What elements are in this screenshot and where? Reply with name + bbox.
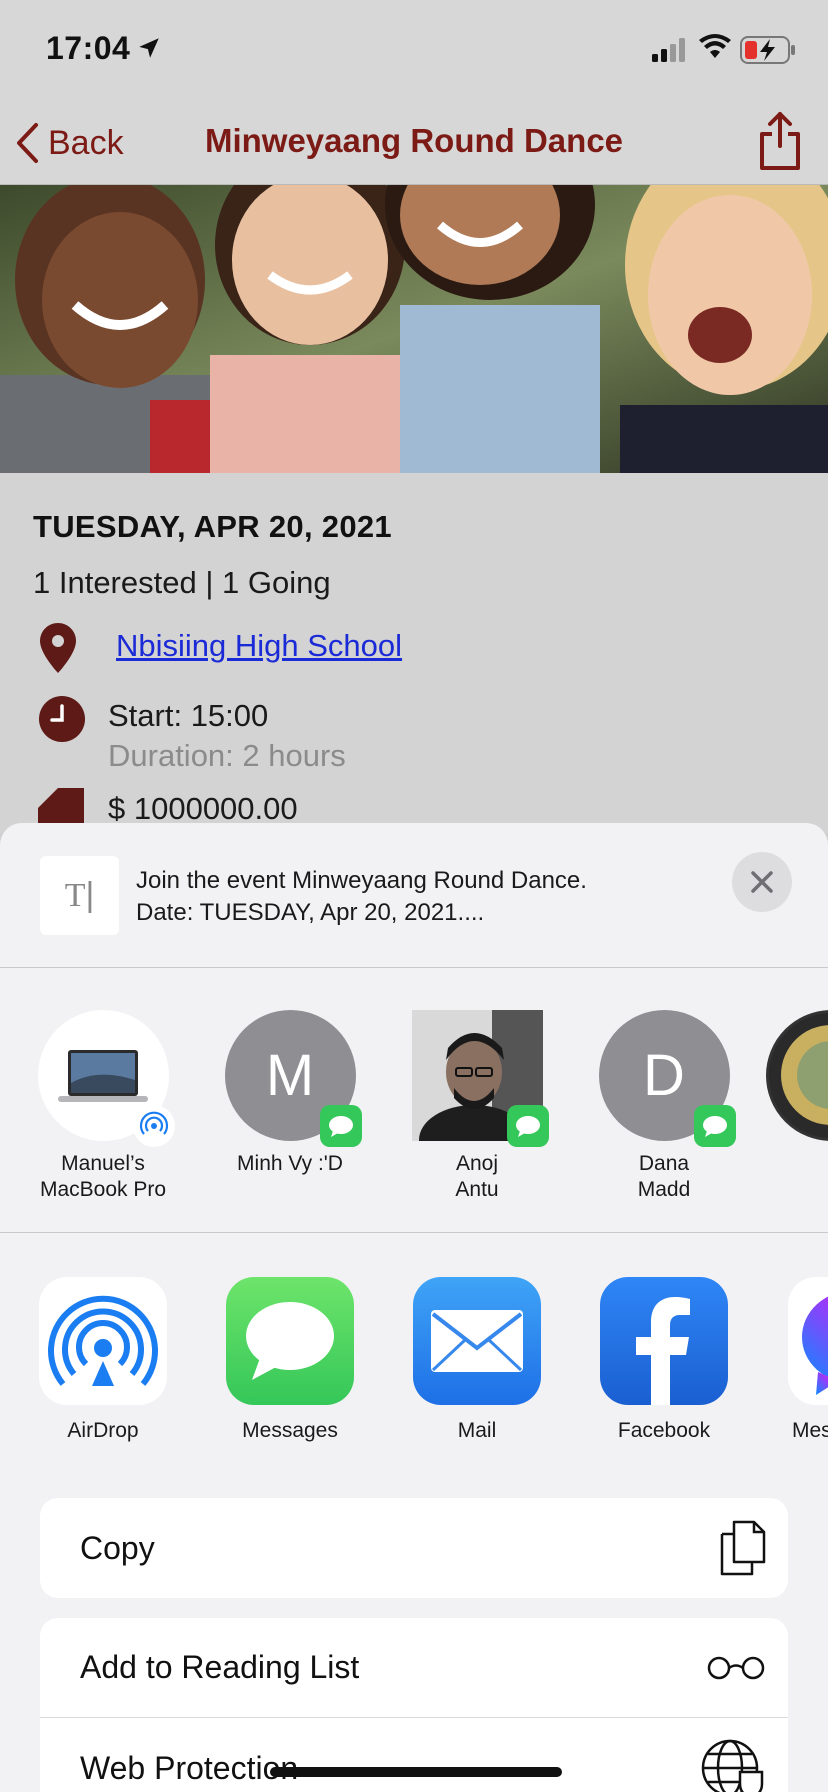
share-people-row: Manuel’s MacBook Pro M Minh Vy :'D Anoj … (0, 968, 828, 1233)
share-actions: Copy (40, 1498, 788, 1598)
battery-icon (740, 36, 795, 64)
airdrop-icon (39, 1277, 167, 1405)
profile-photo (781, 1025, 828, 1125)
copy-action[interactable]: Copy (40, 1498, 788, 1598)
action-label: Web Protection (80, 1749, 299, 1786)
cellular-signal-icon (652, 38, 685, 62)
action-label: Copy (80, 1529, 155, 1566)
copy-icon (720, 1520, 766, 1576)
app-label: Mes (792, 1419, 828, 1442)
price-tag-icon (38, 788, 84, 828)
person-minh-vy[interactable]: M Minh Vy :'D (205, 1010, 375, 1177)
messages-badge-icon (319, 1105, 362, 1147)
macbook-icon (58, 1049, 148, 1102)
app-label: Messages (242, 1419, 338, 1442)
airdrop-badge-icon (132, 1105, 175, 1147)
glasses-icon (707, 1656, 765, 1679)
app-label: Facebook (617, 1419, 711, 1442)
event-date: TUESDAY, APR 20, 2021 (33, 509, 392, 544)
event-hero-image (0, 185, 828, 473)
attendance-count: 1 Interested | 1 Going (33, 565, 331, 600)
status-bar: 17:04 (0, 0, 828, 100)
share-apps-row: AirDrop Messages Mail Facebook Mes (0, 1233, 828, 1483)
app-facebook[interactable]: Facebook (589, 1277, 739, 1443)
share-icon (760, 112, 800, 170)
share-actions-group-2: Add to Reading List Web Protection (40, 1618, 788, 1792)
text-document-icon: T | (40, 856, 119, 935)
event-details: TUESDAY, APR 20, 2021 1 Interested | 1 G… (0, 473, 828, 833)
share-button[interactable] (758, 110, 802, 177)
person-name: Minh Vy :'D (237, 1152, 343, 1175)
globe-shield-icon (701, 1739, 764, 1792)
app-messenger[interactable]: Mes (776, 1277, 828, 1443)
status-time: 17:04 (46, 30, 131, 66)
wifi-icon (699, 34, 731, 58)
share-sheet-header: T | Join the event Minweyaang Round Dance… (0, 823, 828, 968)
person-partial[interactable]: Li (766, 1010, 828, 1177)
app-airdrop[interactable]: AirDrop (28, 1277, 178, 1443)
person-dana-madd[interactable]: D Dana Madd (579, 1010, 749, 1203)
messages-icon (226, 1277, 354, 1405)
app-label: Mail (457, 1419, 497, 1442)
share-preview-line1: Join the event Minweyaang Round Dance. (136, 867, 587, 894)
messenger-icon (788, 1277, 828, 1405)
event-duration: Duration: 2 hours (108, 738, 346, 773)
person-anoj-antu[interactable]: Anoj Antu (392, 1010, 562, 1203)
avatar (766, 1010, 828, 1141)
app-label: AirDrop (67, 1419, 139, 1442)
app-mail[interactable]: Mail (402, 1277, 552, 1443)
navigation-bar: Back Minweyaang Round Dance (0, 100, 828, 185)
page-title: Minweyaang Round Dance (204, 122, 624, 159)
home-indicator[interactable] (270, 1767, 562, 1777)
location-pin-icon (40, 623, 76, 673)
location-arrow-icon (139, 38, 159, 58)
children-photo (0, 185, 828, 473)
messages-badge-icon (693, 1105, 736, 1147)
avatar (37, 1010, 175, 1147)
app-messages[interactable]: Messages (215, 1277, 365, 1443)
person-manuels-macbook-pro[interactable]: Manuel’s MacBook Pro (18, 1010, 188, 1203)
avatar (411, 1010, 549, 1147)
mail-icon (413, 1277, 541, 1405)
person-name: Li (766, 1151, 828, 1177)
share-preview-text: Join the event Minweyaang Round Dance. D… (136, 865, 696, 929)
event-price: $ 1000000.00 (108, 791, 298, 826)
action-label: Add to Reading List (80, 1649, 360, 1685)
clock-icon (39, 696, 85, 742)
share-sheet: T | Join the event Minweyaang Round Dance… (0, 823, 828, 1792)
add-to-reading-list-action[interactable]: Add to Reading List (40, 1618, 788, 1718)
avatar: M (224, 1010, 362, 1147)
share-preview-line2: Date: TUESDAY, Apr 20, 2021.... (136, 899, 485, 926)
person-name: Manuel’s MacBook Pro (39, 1152, 167, 1201)
person-name: Dana Madd (637, 1152, 691, 1201)
facebook-icon (600, 1277, 728, 1405)
web-protection-action[interactable]: Web Protection (40, 1718, 788, 1792)
close-icon (751, 871, 773, 893)
avatar: D (598, 1010, 736, 1147)
messages-badge-icon (506, 1105, 549, 1147)
person-name: Anoj Antu (455, 1152, 499, 1201)
location-link[interactable]: Nbisiing High School (116, 628, 402, 664)
event-start-time: Start: 15:00 (108, 698, 269, 733)
close-button[interactable] (732, 852, 792, 912)
